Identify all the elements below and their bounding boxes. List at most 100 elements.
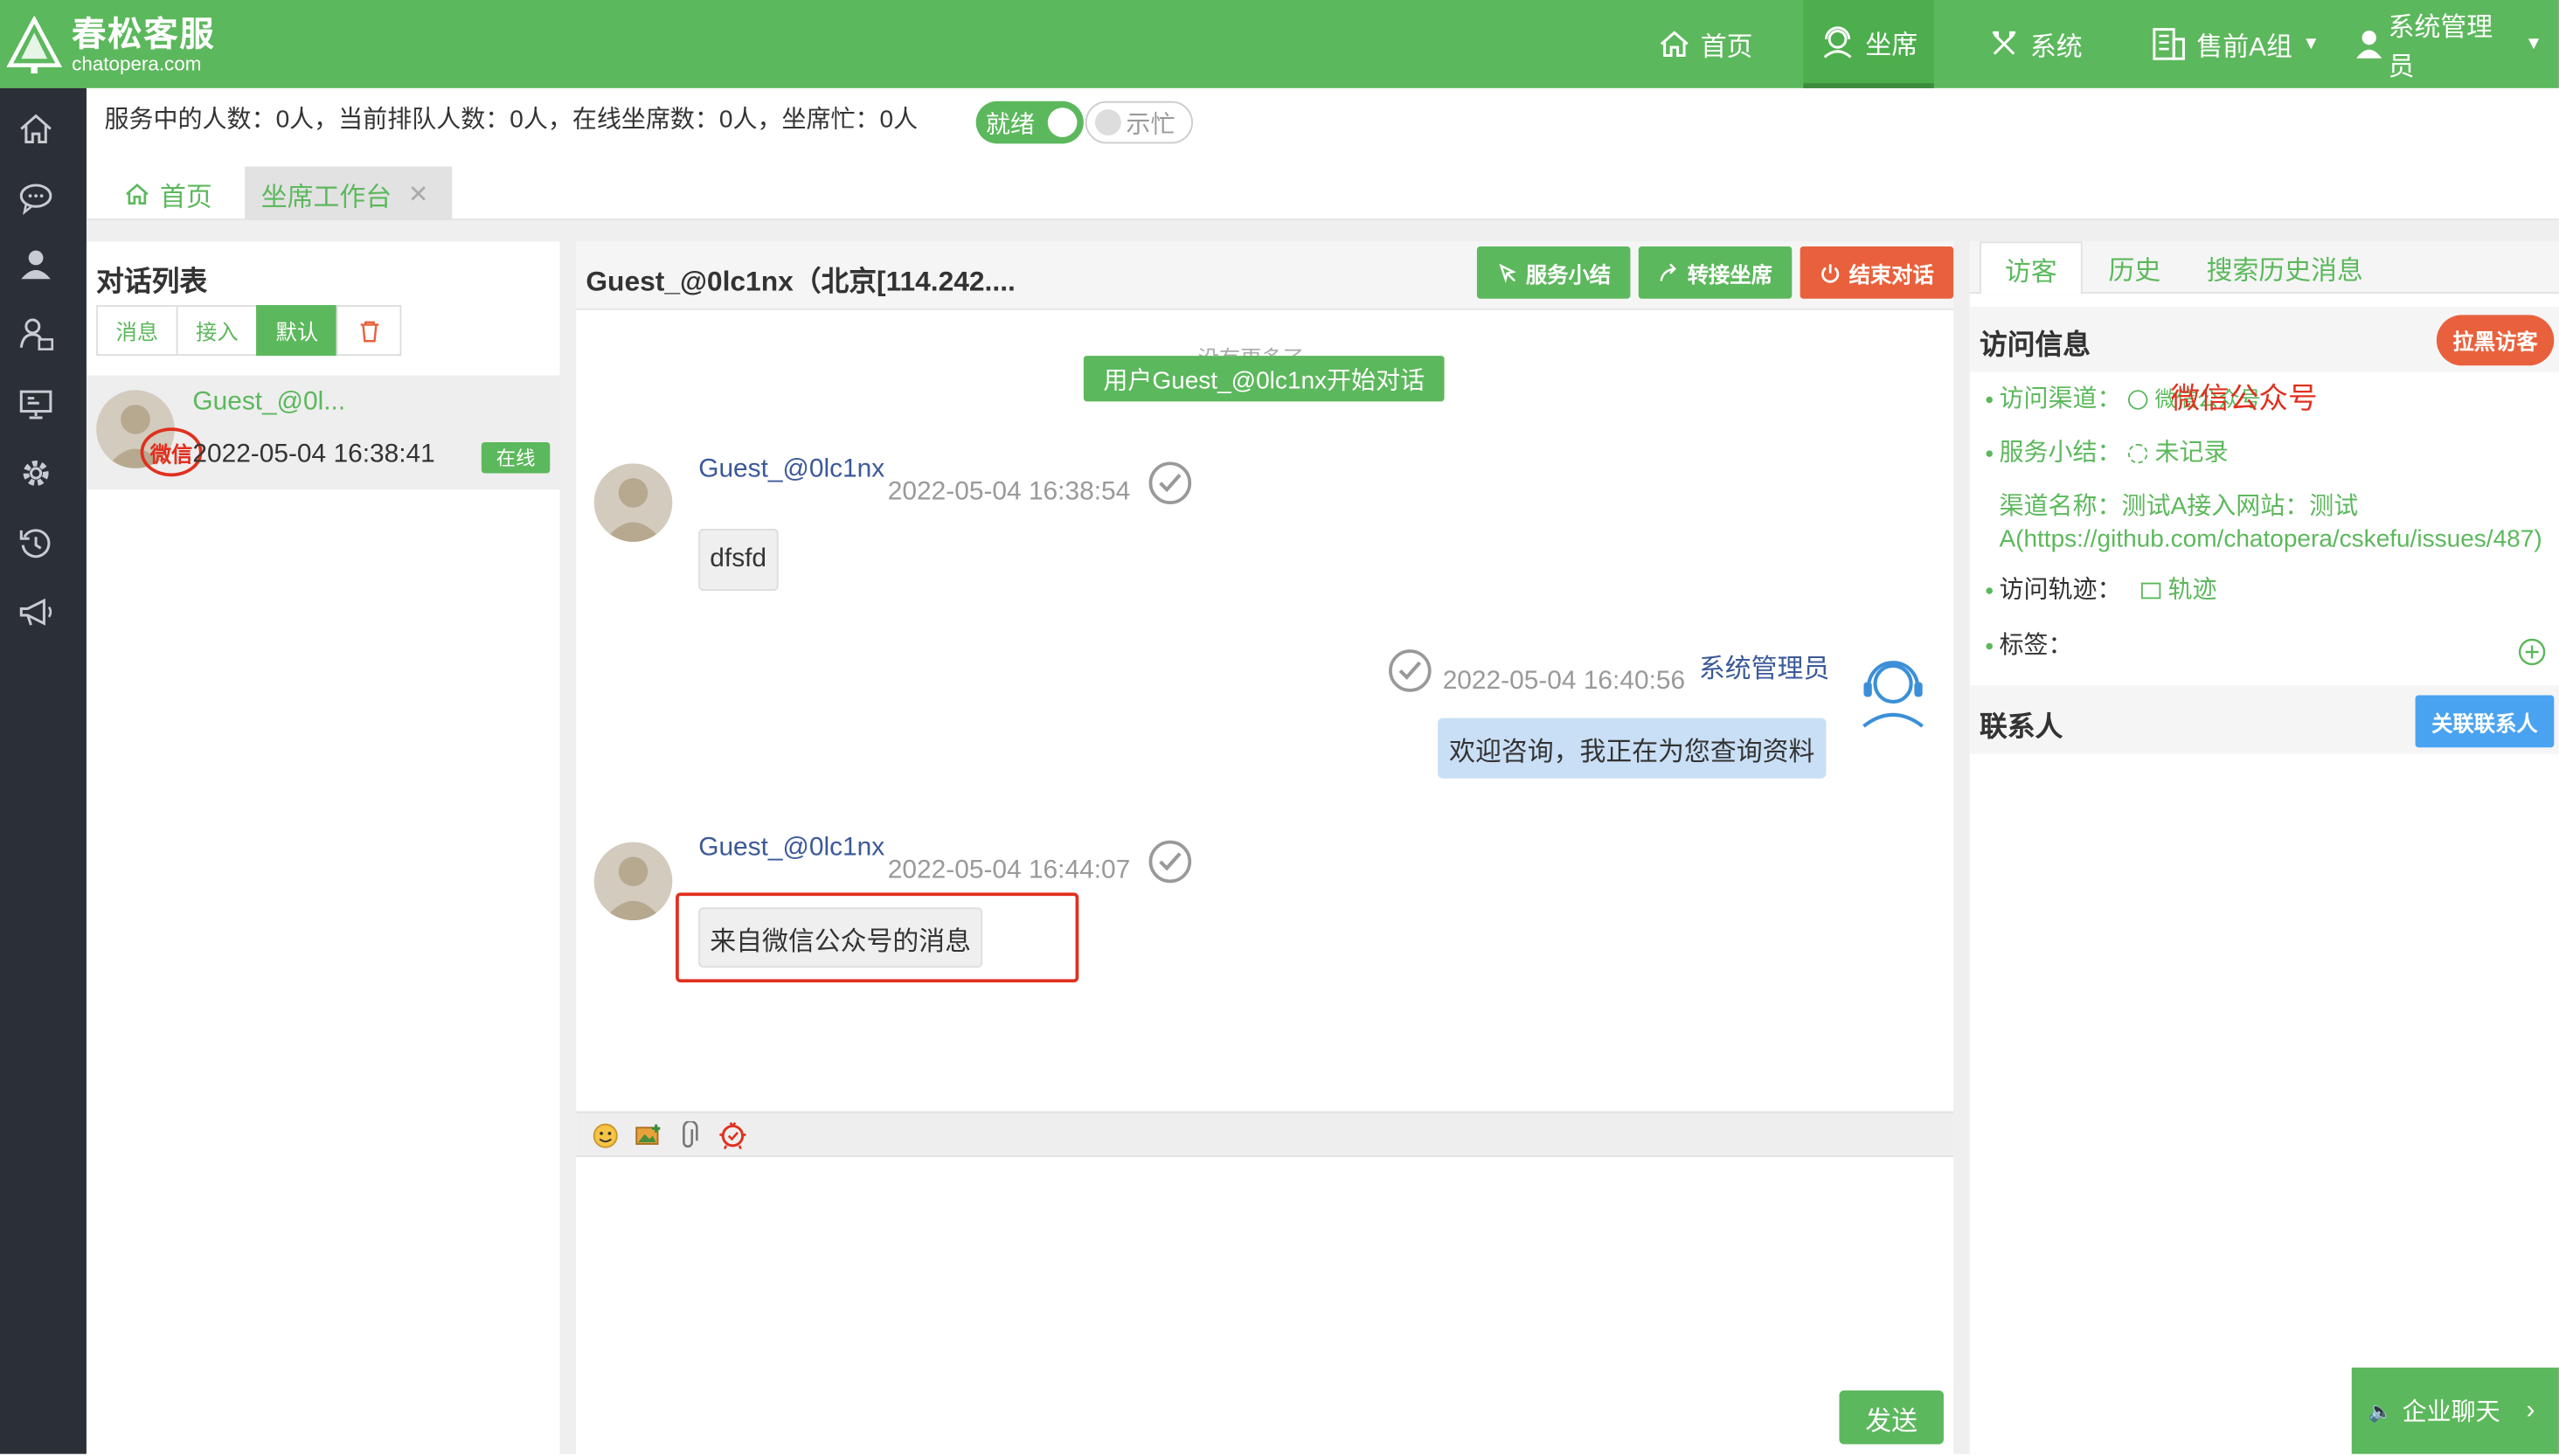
contact-icon[interactable] — [17, 315, 56, 354]
blacklist-button[interactable]: 拉黑访客 — [2436, 315, 2555, 366]
message-time: 2022-05-04 16:44:07 — [887, 856, 1131, 885]
message-input[interactable] — [576, 1158, 1954, 1454]
user-icon[interactable] — [17, 245, 56, 284]
info-summary-label: 服务小结： — [1999, 439, 2122, 468]
end-chat-button[interactable]: 结束对话 — [1800, 246, 1954, 299]
history-icon[interactable] — [17, 523, 56, 563]
tab-history[interactable]: 历史 — [2109, 241, 2161, 294]
message-bubble: 欢迎咨询，我正在为您查询资料 — [1438, 718, 1827, 779]
info-summary: 服务小结： 未记录 — [1986, 437, 2229, 469]
conversation-list-panel: 对话列表 消息 接入 默认 微信 Guest_@0l... 2022-05-04… — [86, 241, 560, 1454]
info-trace-label: 访问轨迹： — [1999, 576, 2122, 604]
delete-button[interactable] — [336, 305, 402, 357]
emoji-icon[interactable] — [593, 1123, 619, 1149]
message-sender: 系统管理员 — [1698, 655, 1830, 684]
filter-default-button[interactable]: 默认 — [256, 305, 338, 357]
message-time: 2022-05-04 16:40:56 — [1442, 667, 1686, 696]
share-icon — [1660, 262, 1676, 281]
read-check-icon — [1389, 649, 1432, 692]
tab-home-label: 首页 — [159, 184, 212, 211]
system-notice: 用户Guest_@0lc1nx开始对话 — [1083, 356, 1445, 402]
read-check-icon — [1148, 840, 1192, 884]
image-upload-icon[interactable] — [635, 1123, 662, 1149]
add-tag-icon[interactable] — [2518, 638, 2546, 666]
transfer-agent-button[interactable]: 转接坐席 — [1638, 246, 1793, 299]
channel-annotation: 微信公众号 — [2170, 381, 2318, 415]
info-channel-label: 访问渠道： — [1999, 385, 2122, 413]
conversation-time: 2022-05-04 16:38:41 — [192, 440, 435, 468]
nav-system-label: 系统 — [2029, 34, 2083, 62]
brand-url: chatopera.com — [72, 52, 202, 75]
tab-home[interactable]: 首页 — [107, 166, 228, 220]
end-chat-label: 结束对话 — [1848, 261, 1934, 287]
message-time: 2022-05-04 16:38:54 — [887, 478, 1131, 506]
ready-label: 就绪 — [985, 110, 1035, 138]
monitor-icon — [2141, 582, 2161, 600]
nav-group-label: 售前A组 — [2196, 34, 2292, 62]
nav-agent-label: 坐席 — [1865, 31, 1918, 60]
info-channel-name-label: 渠道名称： — [1999, 492, 2122, 521]
megaphone-icon[interactable] — [17, 593, 56, 632]
tab-visitor[interactable]: 访客 — [1980, 241, 2083, 295]
nav-system[interactable]: 系统 — [1972, 0, 2099, 88]
gear-icon[interactable] — [17, 454, 56, 493]
speaker-icon: 🔈 — [2368, 1399, 2393, 1423]
visitor-panel: 访客 历史 搜索历史消息 访问信息 拉黑访客 访问渠道： 微信公众号 微信公众号… — [1969, 241, 2559, 1454]
bullet — [1986, 450, 1993, 457]
visit-info-title: 访问信息 — [1980, 329, 2091, 361]
busy-toggle[interactable]: 示忙 — [1085, 101, 1193, 144]
editor-toolbar — [576, 1111, 1954, 1157]
caret-down-icon: ▼ — [2524, 34, 2543, 54]
message-sender: Guest_@0lc1nx — [698, 834, 885, 862]
pin-icon — [1499, 262, 1516, 283]
highlight-annotation-box — [676, 892, 1079, 983]
monitor-icon[interactable] — [17, 385, 56, 425]
building-icon — [2153, 28, 2185, 60]
nav-agent[interactable]: 坐席 — [1803, 0, 1934, 88]
service-summary-button[interactable]: 服务小结 — [1476, 246, 1631, 299]
service-summary-label: 服务小结 — [1525, 261, 1612, 287]
attachment-icon[interactable] — [679, 1120, 698, 1151]
tab-search-history[interactable]: 搜索历史消息 — [2207, 241, 2363, 294]
evaluation-icon[interactable] — [718, 1121, 748, 1151]
power-icon — [1821, 263, 1840, 282]
conversation-item[interactable]: 微信 Guest_@0l... 2022-05-04 16:38:41 在线 — [86, 375, 560, 490]
brand-logo[interactable]: 春松客服 chatopera.com — [6, 13, 215, 79]
nav-user-dropdown[interactable]: 系统管理员 ▼ — [2337, 0, 2559, 88]
busy-label: 示忙 — [1126, 110, 1175, 138]
conversation-list-title: 对话列表 — [96, 266, 208, 297]
avatar — [593, 463, 673, 542]
contacts-header: 联系人 关联联系人 — [1969, 685, 2559, 754]
home-icon — [1660, 31, 1689, 57]
nav-group-dropdown[interactable]: 售前A组 ▼ — [2134, 0, 2336, 88]
channel-badge-label: 微信 — [149, 441, 193, 467]
message-sender: Guest_@0lc1nx — [698, 454, 885, 483]
info-channel-name: 渠道名称：测试A接入网站：测试 A(https://github.com/cha… — [1999, 491, 2558, 557]
brand-name: 春松客服 — [72, 16, 216, 54]
enterprise-chat-label: 企业聊天 — [2402, 1398, 2500, 1427]
chat-icon[interactable] — [17, 178, 56, 218]
send-button[interactable]: 发送 — [1839, 1390, 1944, 1445]
chevron-right-icon: › — [2526, 1396, 2535, 1425]
ready-toggle[interactable]: 就绪 — [975, 101, 1084, 144]
info-channel-name-value: 测试A接入网站：测试 — [2121, 492, 2359, 521]
info-tag: 标签： — [1986, 630, 2073, 662]
home-icon — [126, 183, 149, 205]
close-icon[interactable]: ✕ — [408, 178, 428, 208]
enterprise-chat-button[interactable]: 🔈 企业聊天 › — [2351, 1367, 2559, 1454]
caret-down-icon: ▼ — [2302, 34, 2320, 54]
avatar — [593, 842, 673, 921]
filter-accept-button[interactable]: 接入 — [176, 305, 259, 357]
info-tag-label: 标签： — [1999, 631, 2073, 660]
tab-agent-workbench[interactable]: 坐席工作台 ✕ — [245, 166, 453, 221]
nav-home[interactable]: 首页 — [1642, 0, 1770, 88]
home-icon[interactable] — [17, 109, 56, 149]
user-icon — [2356, 31, 2382, 59]
link-contact-button[interactable]: 关联联系人 — [2415, 695, 2555, 748]
chat-title: Guest_@0lc1nx（北京[114.242.... — [586, 266, 1016, 297]
filter-message-button[interactable]: 消息 — [96, 305, 178, 357]
info-channel-link[interactable]: A(https://github.com/chatopera/cskefu/is… — [1999, 523, 2558, 556]
conversation-name: Guest_@0l... — [192, 388, 346, 417]
tree-logo-icon — [6, 16, 62, 74]
info-trace-link[interactable]: 轨迹 — [2167, 576, 2216, 604]
